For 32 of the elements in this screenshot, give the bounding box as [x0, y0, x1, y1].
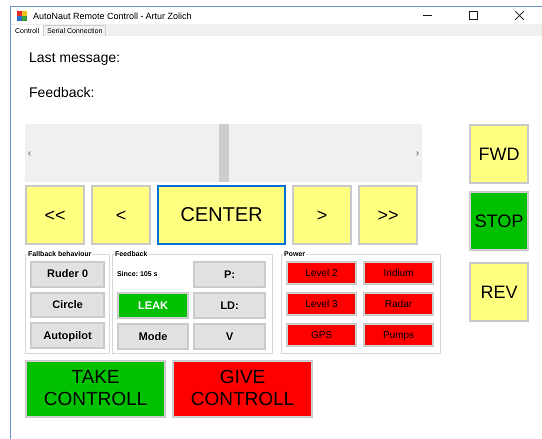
fallback-button[interactable]: Circle	[30, 292, 105, 318]
power-button[interactable]: Iridium	[363, 261, 434, 285]
slider-thumb[interactable]	[218, 124, 228, 182]
window-title: AutoNaut Remote Controll - Artur Zolich	[33, 10, 193, 20]
last-message-label: Last message:	[29, 49, 122, 67]
power-button[interactable]: GPS	[286, 323, 357, 347]
app-icon	[17, 10, 27, 20]
power-button[interactable]: Level 3	[286, 292, 357, 316]
feedback-button[interactable]: LD:	[193, 292, 266, 319]
feedback-button[interactable]: Mode	[117, 323, 189, 350]
steer-button[interactable]: <<	[25, 185, 85, 245]
drive-button[interactable]: FWD	[469, 124, 529, 184]
close-icon[interactable]	[514, 11, 524, 20]
fallback-button[interactable]: Autopilot	[30, 322, 105, 350]
minimize-icon[interactable]	[422, 15, 432, 16]
fallback-button[interactable]: Ruder 0	[30, 261, 105, 288]
maximize-icon[interactable]	[468, 11, 478, 20]
feedback-button[interactable]: V	[193, 323, 266, 350]
drive-button[interactable]: REV	[469, 262, 529, 322]
power-button[interactable]: Pumps	[363, 323, 434, 347]
power-button[interactable]: Radar	[363, 292, 434, 316]
power-button[interactable]: Level 2	[286, 261, 357, 285]
control-button[interactable]: TAKE CONTROLL	[25, 360, 166, 418]
feedback-label: Feedback:	[29, 84, 96, 102]
rudder-slider[interactable]	[25, 124, 422, 182]
steer-button[interactable]: >>	[358, 185, 418, 245]
feedback-button[interactable]: P:	[193, 261, 266, 288]
drive-button[interactable]: STOP	[469, 191, 529, 251]
steer-button[interactable]: CENTER	[157, 185, 286, 245]
steer-button[interactable]: <	[91, 185, 151, 245]
control-button[interactable]: GIVE CONTROLL	[172, 360, 313, 418]
steer-button[interactable]: >	[292, 185, 352, 245]
